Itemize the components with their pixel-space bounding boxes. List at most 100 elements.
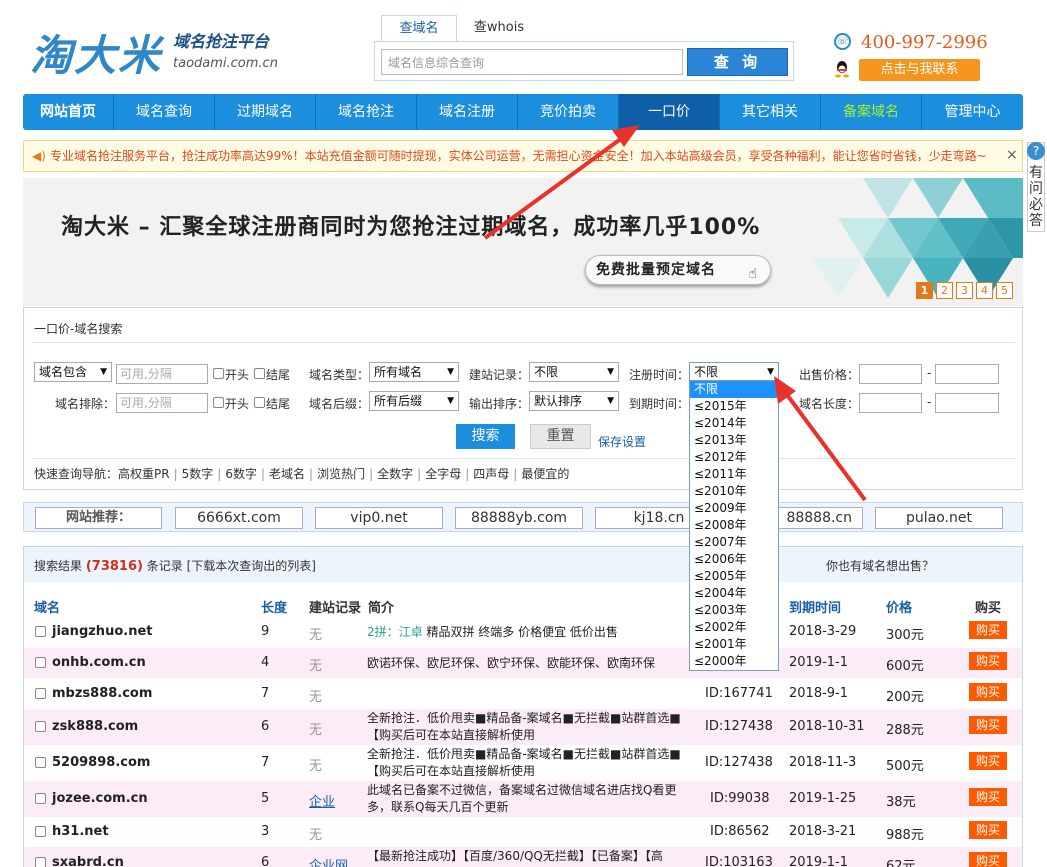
row-checkbox[interactable] xyxy=(35,793,46,804)
col-domain[interactable]: 域名 xyxy=(34,597,60,616)
type-select[interactable]: 所有域名 ▼ xyxy=(369,362,459,382)
buy-button[interactable]: 购买 xyxy=(969,821,1007,839)
contact-button[interactable]: 点击与我联系 xyxy=(859,59,980,81)
regtime-option[interactable]: ≤2007年 xyxy=(690,534,778,551)
length-max-input[interactable] xyxy=(935,393,999,413)
col-price[interactable]: 价格 xyxy=(886,597,912,616)
regtime-dropdown[interactable]: 不限 ≤2015年 ≤2014年 ≤2013年 ≤2012年 ≤2011年 ≤2… xyxy=(689,380,779,671)
row-checkbox[interactable] xyxy=(35,857,46,867)
regtime-option[interactable]: ≤2003年 xyxy=(690,602,778,619)
nav-expired-domains[interactable]: 过期域名 xyxy=(215,94,316,130)
quick-link[interactable]: 老域名 xyxy=(269,467,305,481)
buy-button[interactable]: 购买 xyxy=(969,852,1007,867)
banner-page-2[interactable]: 2 xyxy=(936,282,953,299)
sell-domain-link[interactable]: 你也有域名想出售？ xyxy=(826,557,934,574)
recommend-link[interactable]: vip0.net xyxy=(315,507,443,529)
buy-button[interactable]: 购买 xyxy=(969,683,1007,701)
start-checkbox[interactable] xyxy=(213,368,224,379)
price-min-input[interactable] xyxy=(859,364,922,384)
nav-domain-register[interactable]: 域名注册 xyxy=(417,94,518,130)
tab-whois[interactable]: 查whois xyxy=(461,15,537,42)
quick-link[interactable]: 高权重PR xyxy=(118,467,170,481)
banner-page-4[interactable]: 4 xyxy=(976,282,993,299)
price-max-input[interactable] xyxy=(935,364,999,384)
nav-home[interactable]: 网站首页 xyxy=(23,94,114,130)
buy-button[interactable]: 购买 xyxy=(969,752,1007,770)
save-settings-link[interactable]: 保存设置 xyxy=(598,433,646,450)
sort-select[interactable]: 默认排序 ▼ xyxy=(529,391,619,411)
nav-fixed-price[interactable]: 一口价 xyxy=(619,94,720,130)
quick-link[interactable]: 5数字 xyxy=(182,467,214,481)
banner-page-3[interactable]: 3 xyxy=(956,282,973,299)
row-domain[interactable]: onhb.com.cn xyxy=(52,655,146,670)
row-domain[interactable]: 5209898.com xyxy=(52,755,150,770)
row-domain[interactable]: jozee.com.cn xyxy=(52,791,148,806)
exclude-input[interactable]: 可用,分隔 xyxy=(116,393,208,413)
regtime-option[interactable]: ≤2009年 xyxy=(690,500,778,517)
nav-admin[interactable]: 管理中心 xyxy=(922,94,1023,130)
nav-domain-query[interactable]: 域名查询 xyxy=(114,94,215,130)
row-domain[interactable]: jiangzhuo.net xyxy=(52,624,152,639)
recommend-link[interactable]: pulao.net xyxy=(875,507,1003,529)
buy-button[interactable]: 购买 xyxy=(969,621,1007,639)
row-checkbox[interactable] xyxy=(35,688,46,699)
regtime-option[interactable]: ≤2004年 xyxy=(690,585,778,602)
regtime-option[interactable]: ≤2010年 xyxy=(690,483,778,500)
regtime-option[interactable]: ≤2001年 xyxy=(690,636,778,653)
site-record-select[interactable]: 不限 ▼ xyxy=(529,362,619,382)
recommend-link[interactable]: 6666xt.com xyxy=(175,507,303,529)
regtime-option[interactable]: ≤2013年 xyxy=(690,432,778,449)
regtime-option[interactable]: ≤2015年 xyxy=(690,398,778,415)
tab-search-domain[interactable]: 查域名 xyxy=(381,15,457,42)
row-checkbox[interactable] xyxy=(35,721,46,732)
close-icon[interactable]: × xyxy=(1006,147,1018,163)
row-checkbox[interactable] xyxy=(35,757,46,768)
exclude-end-checkbox[interactable] xyxy=(254,397,265,408)
regtime-option[interactable]: 不限 xyxy=(690,381,778,398)
filter-reset-button[interactable]: 重置 xyxy=(530,424,591,449)
quick-link[interactable]: 最便宜的 xyxy=(521,467,569,481)
regtime-option[interactable]: ≤2014年 xyxy=(690,415,778,432)
filter-search-button[interactable]: 搜索 xyxy=(456,424,515,449)
nav-domain-snapback[interactable]: 域名抢注 xyxy=(316,94,417,130)
row-record[interactable]: 企业 xyxy=(309,791,335,810)
contain-input[interactable]: 可用,分隔 xyxy=(116,364,208,384)
results-download-link[interactable]: 条记录 [下载本次查询出的列表] xyxy=(147,559,316,573)
nav-auction[interactable]: 竞价拍卖 xyxy=(518,94,619,130)
nav-icp-domains[interactable]: 备案域名 xyxy=(821,94,922,130)
row-domain[interactable]: zsk888.com xyxy=(52,719,138,734)
quick-link[interactable]: 浏览热门 xyxy=(317,467,365,481)
regtime-option[interactable]: ≤2008年 xyxy=(690,517,778,534)
regtime-option[interactable]: ≤2000年 xyxy=(690,653,778,670)
site-logo[interactable]: 淘大米 域名抢注平台 taodami.com.cn xyxy=(30,22,278,83)
suffix-select[interactable]: 所有后缀 ▼ xyxy=(369,391,459,411)
row-checkbox[interactable] xyxy=(35,826,46,837)
contain-mode-select[interactable]: 域名包含 ▼ xyxy=(34,362,112,382)
regtime-option[interactable]: ≤2012年 xyxy=(690,449,778,466)
quick-link[interactable]: 全字母 xyxy=(425,467,461,481)
nav-other[interactable]: 其它相关 xyxy=(720,94,821,130)
quick-link[interactable]: 全数字 xyxy=(377,467,413,481)
promo-banner[interactable]: 淘大米 – 汇聚全球注册商同时为您抢注过期域名，成功率几乎100% 免费批量预定… xyxy=(23,178,1023,306)
buy-button[interactable]: 购买 xyxy=(969,716,1007,734)
row-checkbox[interactable] xyxy=(35,657,46,668)
regtime-select[interactable]: 不限 ▼ xyxy=(689,362,779,382)
recommend-link[interactable]: 88888yb.com xyxy=(455,507,583,529)
banner-page-5[interactable]: 5 xyxy=(996,282,1013,299)
row-record[interactable]: 企业网 xyxy=(309,855,348,867)
regtime-option[interactable]: ≤2002年 xyxy=(690,619,778,636)
row-checkbox[interactable] xyxy=(35,626,46,637)
buy-button[interactable]: 购买 xyxy=(969,652,1007,670)
regtime-option[interactable]: ≤2011年 xyxy=(690,466,778,483)
regtime-option[interactable]: ≤2006年 xyxy=(690,551,778,568)
end-checkbox[interactable] xyxy=(254,368,265,379)
quick-link[interactable]: 6数字 xyxy=(225,467,257,481)
row-domain[interactable]: mbzs888.com xyxy=(52,686,152,701)
buy-button[interactable]: 购买 xyxy=(969,788,1007,806)
batch-reserve-button[interactable]: 免费批量预定域名 ☝ xyxy=(585,255,771,285)
quick-link[interactable]: 四声母 xyxy=(473,467,509,481)
regtime-option[interactable]: ≤2005年 xyxy=(690,568,778,585)
row-domain[interactable]: h31.net xyxy=(52,824,109,839)
row-domain[interactable]: sxabrd.cn xyxy=(52,855,124,867)
header-search-button[interactable]: 查 询 xyxy=(687,48,788,76)
